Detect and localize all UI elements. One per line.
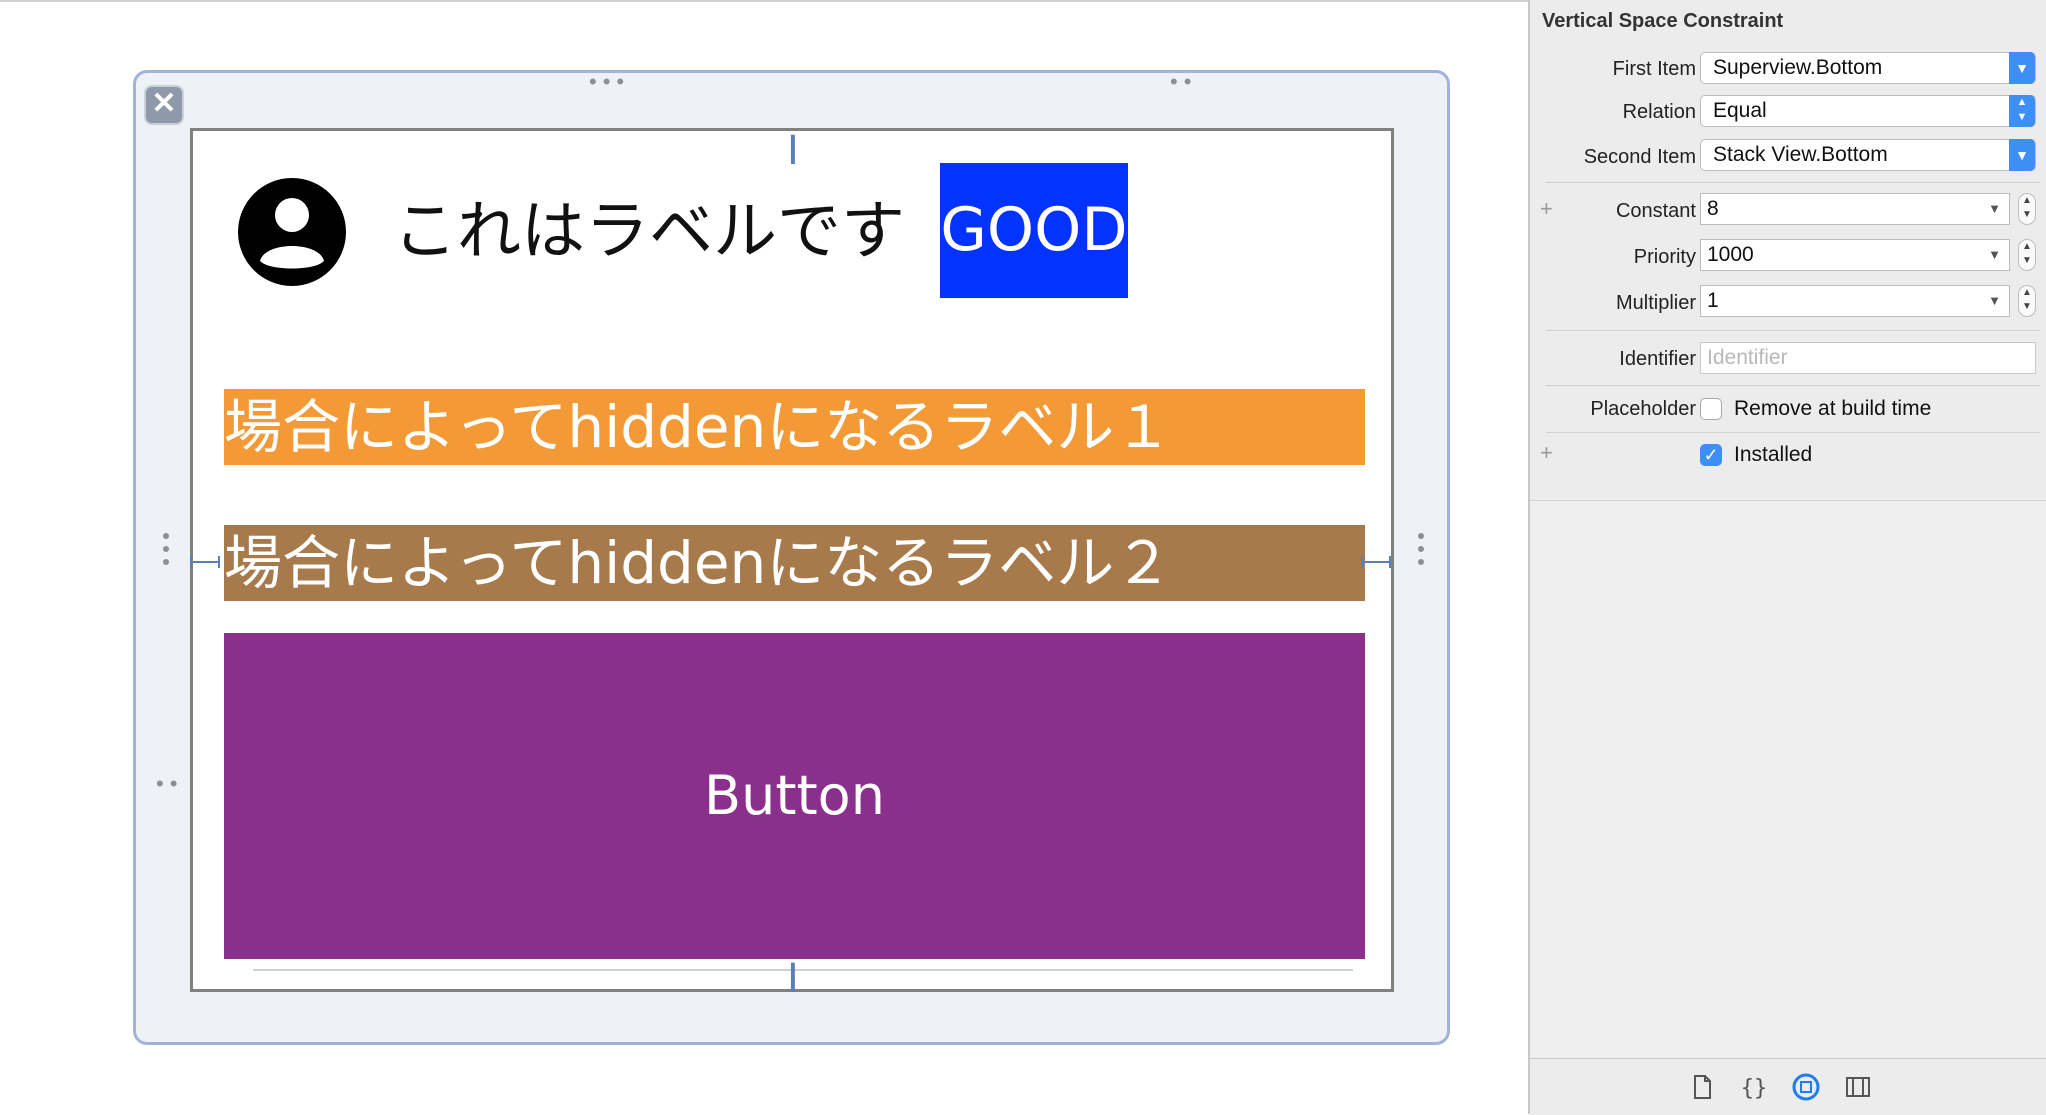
- inspector-footer-bar: {}: [1530, 1058, 2046, 1115]
- separator: [1546, 432, 2040, 433]
- inspector-empty-area: [1530, 500, 2046, 1059]
- account-circle-icon: [238, 178, 346, 286]
- content-view[interactable]: これはラベルです GOOD 場合によってhiddenになるラベル１ 場合によって…: [190, 128, 1394, 999]
- leading-constraint-icon[interactable]: [190, 556, 220, 568]
- size-inspector-icon[interactable]: [1792, 1073, 1820, 1101]
- resize-handle-bottom-left[interactable]: ••: [156, 773, 183, 795]
- braces-icon[interactable]: {}: [1740, 1073, 1768, 1101]
- remove-at-build-time-checkbox[interactable]: [1700, 398, 1722, 420]
- hidden-label-1: 場合によってhiddenになるラベル１: [224, 389, 1365, 465]
- svg-text:{}: {}: [1741, 1076, 1768, 1101]
- add-variation-icon[interactable]: +: [1540, 196, 1553, 222]
- resize-handle-top-right[interactable]: ••: [1170, 71, 1197, 93]
- close-icon[interactable]: ✕: [144, 85, 184, 125]
- relation-label: Relation: [1622, 101, 1696, 123]
- chevron-down-icon: ▼: [2009, 139, 2035, 171]
- storyboard-canvas[interactable]: ✕ ••• ••• •• •• •• これはラベルです GOOD 場合によってh…: [0, 0, 1528, 1114]
- chevron-down-icon: ▼: [2009, 52, 2035, 84]
- second-item-value: Stack View.Bottom: [1713, 143, 1888, 166]
- add-variation-icon[interactable]: +: [1540, 440, 1553, 466]
- first-item-label: First Item: [1612, 58, 1696, 80]
- dropdown-triangle-icon[interactable]: ▼: [1988, 286, 2001, 316]
- identifier-field[interactable]: Identifier: [1700, 342, 2036, 374]
- multiplier-label: Multiplier: [1615, 292, 1696, 314]
- library-icon[interactable]: [1844, 1073, 1872, 1101]
- multiplier-field[interactable]: 1 ▼: [1700, 285, 2010, 317]
- resize-handle-top[interactable]: •••: [589, 71, 630, 93]
- installed-label: Installed: [1734, 443, 1813, 466]
- separator: [1546, 182, 2040, 183]
- priority-label: Priority: [1633, 246, 1696, 268]
- constant-stepper[interactable]: ▲ ▼: [2018, 193, 2036, 225]
- file-icon[interactable]: [1688, 1073, 1716, 1101]
- up-down-arrows-icon: ▲ ▼: [2009, 95, 2035, 127]
- priority-field[interactable]: 1000 ▼: [1700, 239, 2010, 271]
- bottom-constraint-icon[interactable]: I: [787, 959, 799, 999]
- constant-field[interactable]: 8 ▼: [1700, 193, 2010, 225]
- second-item-label: Second Item: [1583, 146, 1696, 168]
- dropdown-triangle-icon[interactable]: ▼: [1988, 240, 2001, 270]
- remove-at-build-time-label: Remove at build time: [1734, 397, 1932, 420]
- separator: [1546, 385, 2040, 386]
- relation-popup[interactable]: Equal ▲ ▼: [1700, 95, 2036, 127]
- multiplier-value: 1: [1707, 289, 1719, 312]
- first-item-popup[interactable]: Superview.Bottom ▼: [1700, 52, 2036, 84]
- attributes-inspector: Vertical Space Constraint First Item Sup…: [1528, 0, 2046, 1115]
- constant-value: 8: [1707, 197, 1719, 220]
- title-label: これはラベルです: [393, 195, 905, 269]
- separator: [1546, 330, 2040, 331]
- second-item-popup[interactable]: Stack View.Bottom ▼: [1700, 139, 2036, 171]
- hidden-label-2: 場合によってhiddenになるラベル２: [224, 525, 1365, 601]
- multiplier-stepper[interactable]: ▲ ▼: [2018, 285, 2036, 317]
- identifier-label: Identifier: [1619, 348, 1696, 370]
- top-constraint-icon[interactable]: I: [787, 131, 799, 171]
- resize-handle-left[interactable]: [163, 533, 169, 572]
- resize-handle-right[interactable]: [1418, 533, 1424, 572]
- priority-value: 1000: [1707, 243, 1754, 266]
- main-button[interactable]: Button: [224, 633, 1365, 959]
- installed-checkbox[interactable]: ✓: [1700, 444, 1722, 466]
- good-label: GOOD: [940, 163, 1128, 298]
- dropdown-triangle-icon[interactable]: ▼: [1988, 194, 2001, 224]
- constant-label: Constant: [1615, 200, 1696, 222]
- placeholder-label: Placeholder: [1590, 398, 1696, 420]
- priority-stepper[interactable]: ▲ ▼: [2018, 239, 2036, 271]
- inspector-title: Vertical Space Constraint: [1542, 10, 1784, 32]
- bottom-divider: [253, 969, 1353, 971]
- trailing-constraint-icon[interactable]: [1361, 556, 1391, 568]
- first-item-value: Superview.Bottom: [1713, 56, 1883, 79]
- relation-value: Equal: [1713, 99, 1767, 122]
